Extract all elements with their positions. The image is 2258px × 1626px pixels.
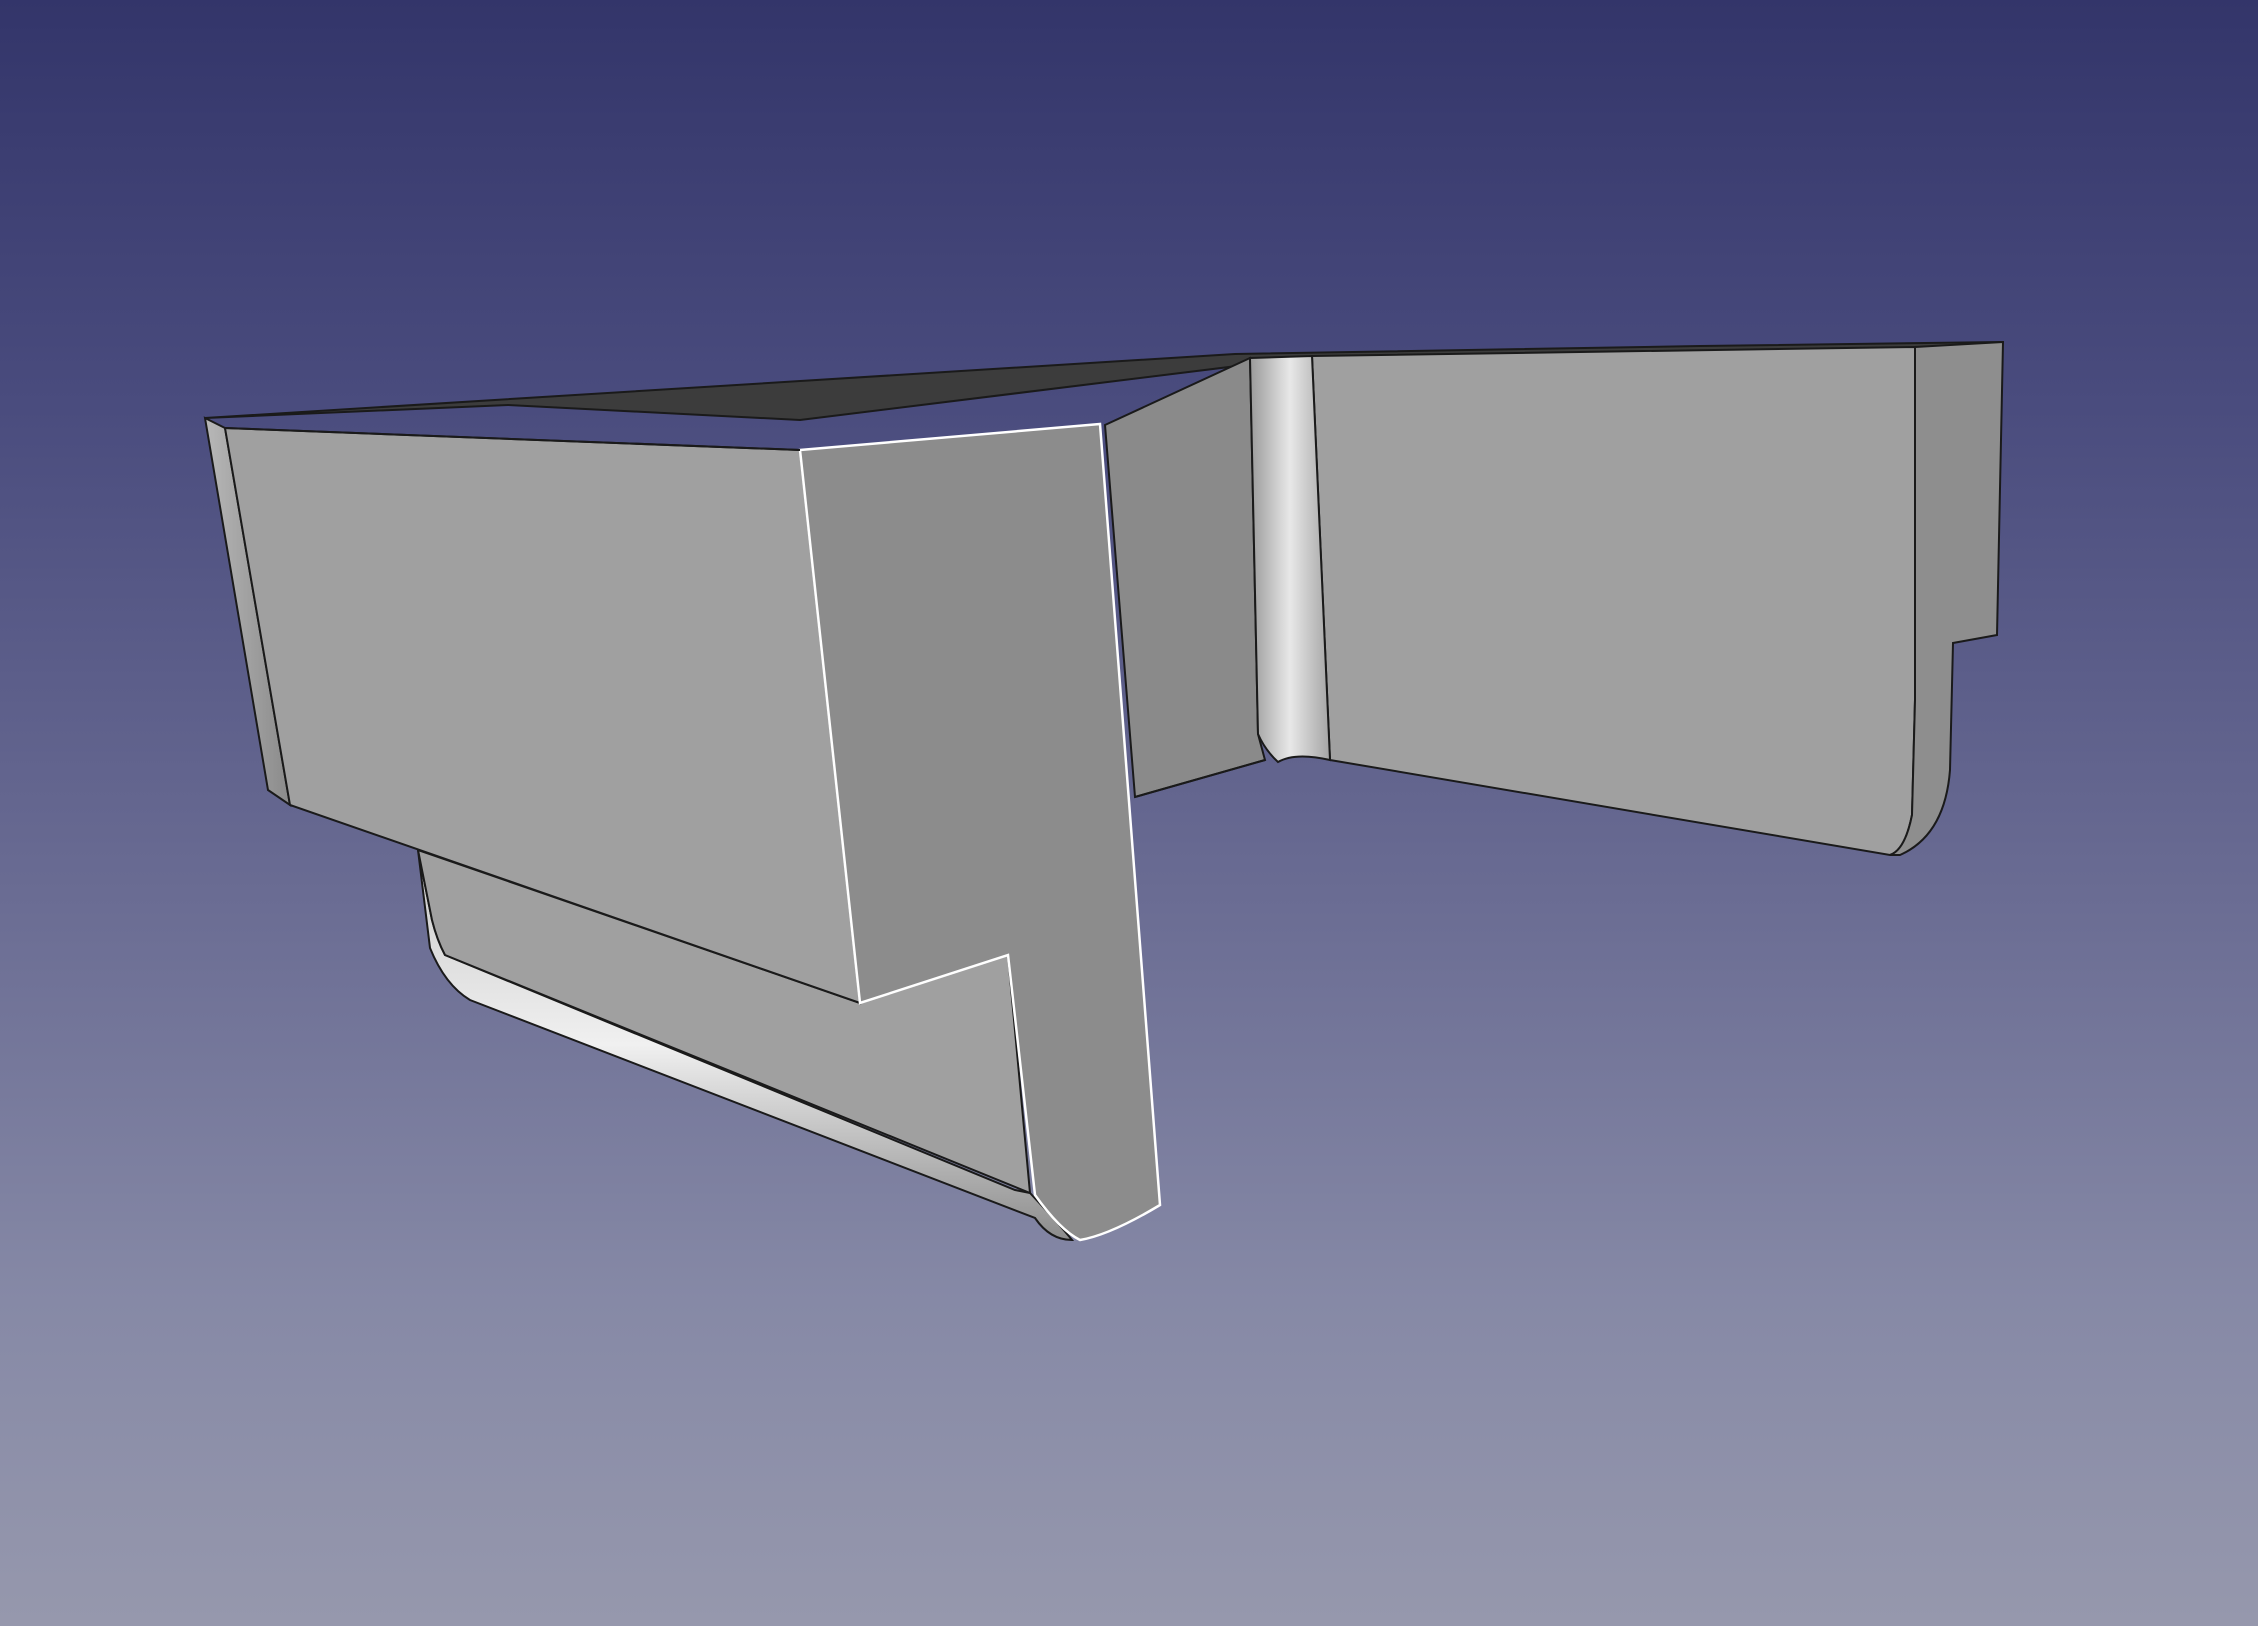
3d-model-view[interactable] bbox=[0, 0, 2258, 1626]
back-wall-inner-face-center[interactable] bbox=[1103, 356, 1267, 799]
right-wall-face[interactable] bbox=[1310, 345, 1916, 857]
3d-viewport[interactable] bbox=[0, 0, 2258, 1626]
